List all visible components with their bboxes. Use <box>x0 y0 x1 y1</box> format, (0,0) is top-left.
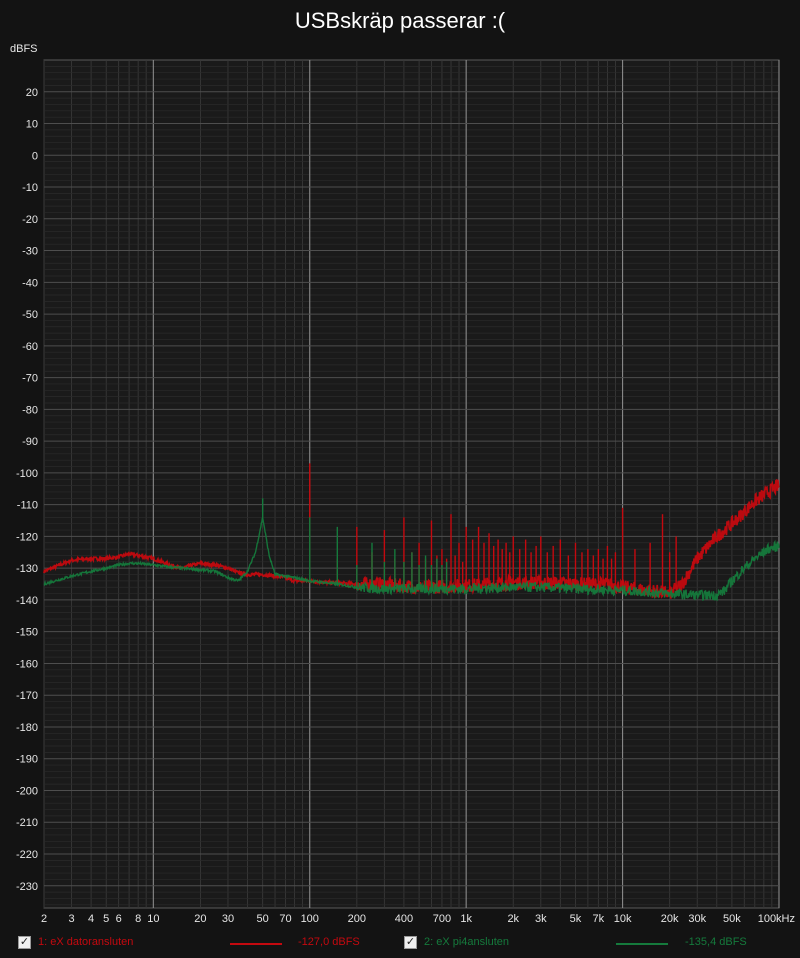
x-tick-label: 1k <box>460 913 472 925</box>
y-tick-label: -60 <box>22 341 38 353</box>
series-2-value: -135,4 dBFS <box>685 936 747 948</box>
x-tick-label: 50k <box>723 913 741 925</box>
x-tick-label: 20k <box>661 913 679 925</box>
y-tick-label: 10 <box>26 119 38 131</box>
y-tick-labels: 20 10 0 -10 -20 -30 -40 -50 -60 -70 -80 -90 -100 -110… <box>16 87 38 893</box>
y-tick-label: -100 <box>16 468 38 480</box>
x-tick-label: 30 <box>222 913 234 925</box>
x-tick-label: 10k <box>614 913 632 925</box>
x-tick-label: 3k <box>535 913 547 925</box>
y-tick-label: -20 <box>22 214 38 226</box>
y-tick-label: -130 <box>16 563 38 575</box>
x-tick-label: 30k <box>688 913 706 925</box>
x-tick-label: 7k <box>593 913 605 925</box>
x-tick-label: 400 <box>395 913 413 925</box>
x-tick-label: 3 <box>68 913 74 925</box>
y-tick-label: -120 <box>16 531 38 543</box>
x-tick-label: 8 <box>135 913 141 925</box>
y-tick-label: -170 <box>16 690 38 702</box>
series-1-checkbox[interactable]: ✓ <box>18 936 31 949</box>
y-tick-label: -190 <box>16 754 38 766</box>
y-tick-label: -140 <box>16 595 38 607</box>
series-2-line-swatch <box>616 943 668 945</box>
series-1-name: 1: eX datoransluten <box>38 936 134 948</box>
x-tick-label: 700 <box>433 913 451 925</box>
legend: ✓ 1: eX datoransluten -127,0 dBFS ✓ 2: e… <box>0 934 800 954</box>
x-tick-label: 5k <box>570 913 582 925</box>
spectrum-chart: 20100-10-20-30-40-50-60-70-80-90-100-110… <box>16 59 795 925</box>
y-tick-label: -180 <box>16 722 38 734</box>
y-tick-label: -70 <box>22 373 38 385</box>
y-tick-label: -80 <box>22 404 38 416</box>
x-tick-label: 200 <box>348 913 366 925</box>
y-tick-label: -230 <box>16 881 38 893</box>
series-1-line-swatch <box>230 943 282 945</box>
x-tick-labels: 2 3 4 5 6 8 10 20 30 50 70 100 200 400 700 1k 2k 3k 5k 7k 10… <box>41 913 795 925</box>
y-tick-label: -210 <box>16 817 38 829</box>
x-tick-label: 100kHz <box>758 913 795 925</box>
y-tick-label: -110 <box>17 500 38 512</box>
y-tick-label: -50 <box>22 309 38 321</box>
y-tick-label: -10 <box>22 182 38 194</box>
y-tick-label: -90 <box>22 436 38 448</box>
y-tick-label: -220 <box>16 849 38 861</box>
x-tick-label: 4 <box>88 913 94 925</box>
y-tick-label: -40 <box>22 277 38 289</box>
x-tick-label: 2 <box>41 913 47 925</box>
x-tick-label: 10 <box>147 913 159 925</box>
x-tick-label: 6 <box>116 913 122 925</box>
y-tick-label: -150 <box>16 627 38 639</box>
x-tick-label: 20 <box>194 913 206 925</box>
y-tick-label: -30 <box>22 246 38 258</box>
x-tick-label: 100 <box>301 913 319 925</box>
series-2-checkbox[interactable]: ✓ <box>404 936 417 949</box>
x-tick-label: 5 <box>103 913 109 925</box>
series-2-name: 2: eX pi4ansluten <box>424 936 510 948</box>
y-tick-label: 0 <box>32 150 38 162</box>
x-tick-label: 70 <box>279 913 291 925</box>
y-tick-label: 20 <box>26 87 38 99</box>
series-1-value: -127,0 dBFS <box>298 936 360 948</box>
y-tick-label: -160 <box>16 658 38 670</box>
x-tick-label: 2k <box>507 913 519 925</box>
x-tick-label: 50 <box>257 913 269 925</box>
y-tick-label: -200 <box>16 785 38 797</box>
